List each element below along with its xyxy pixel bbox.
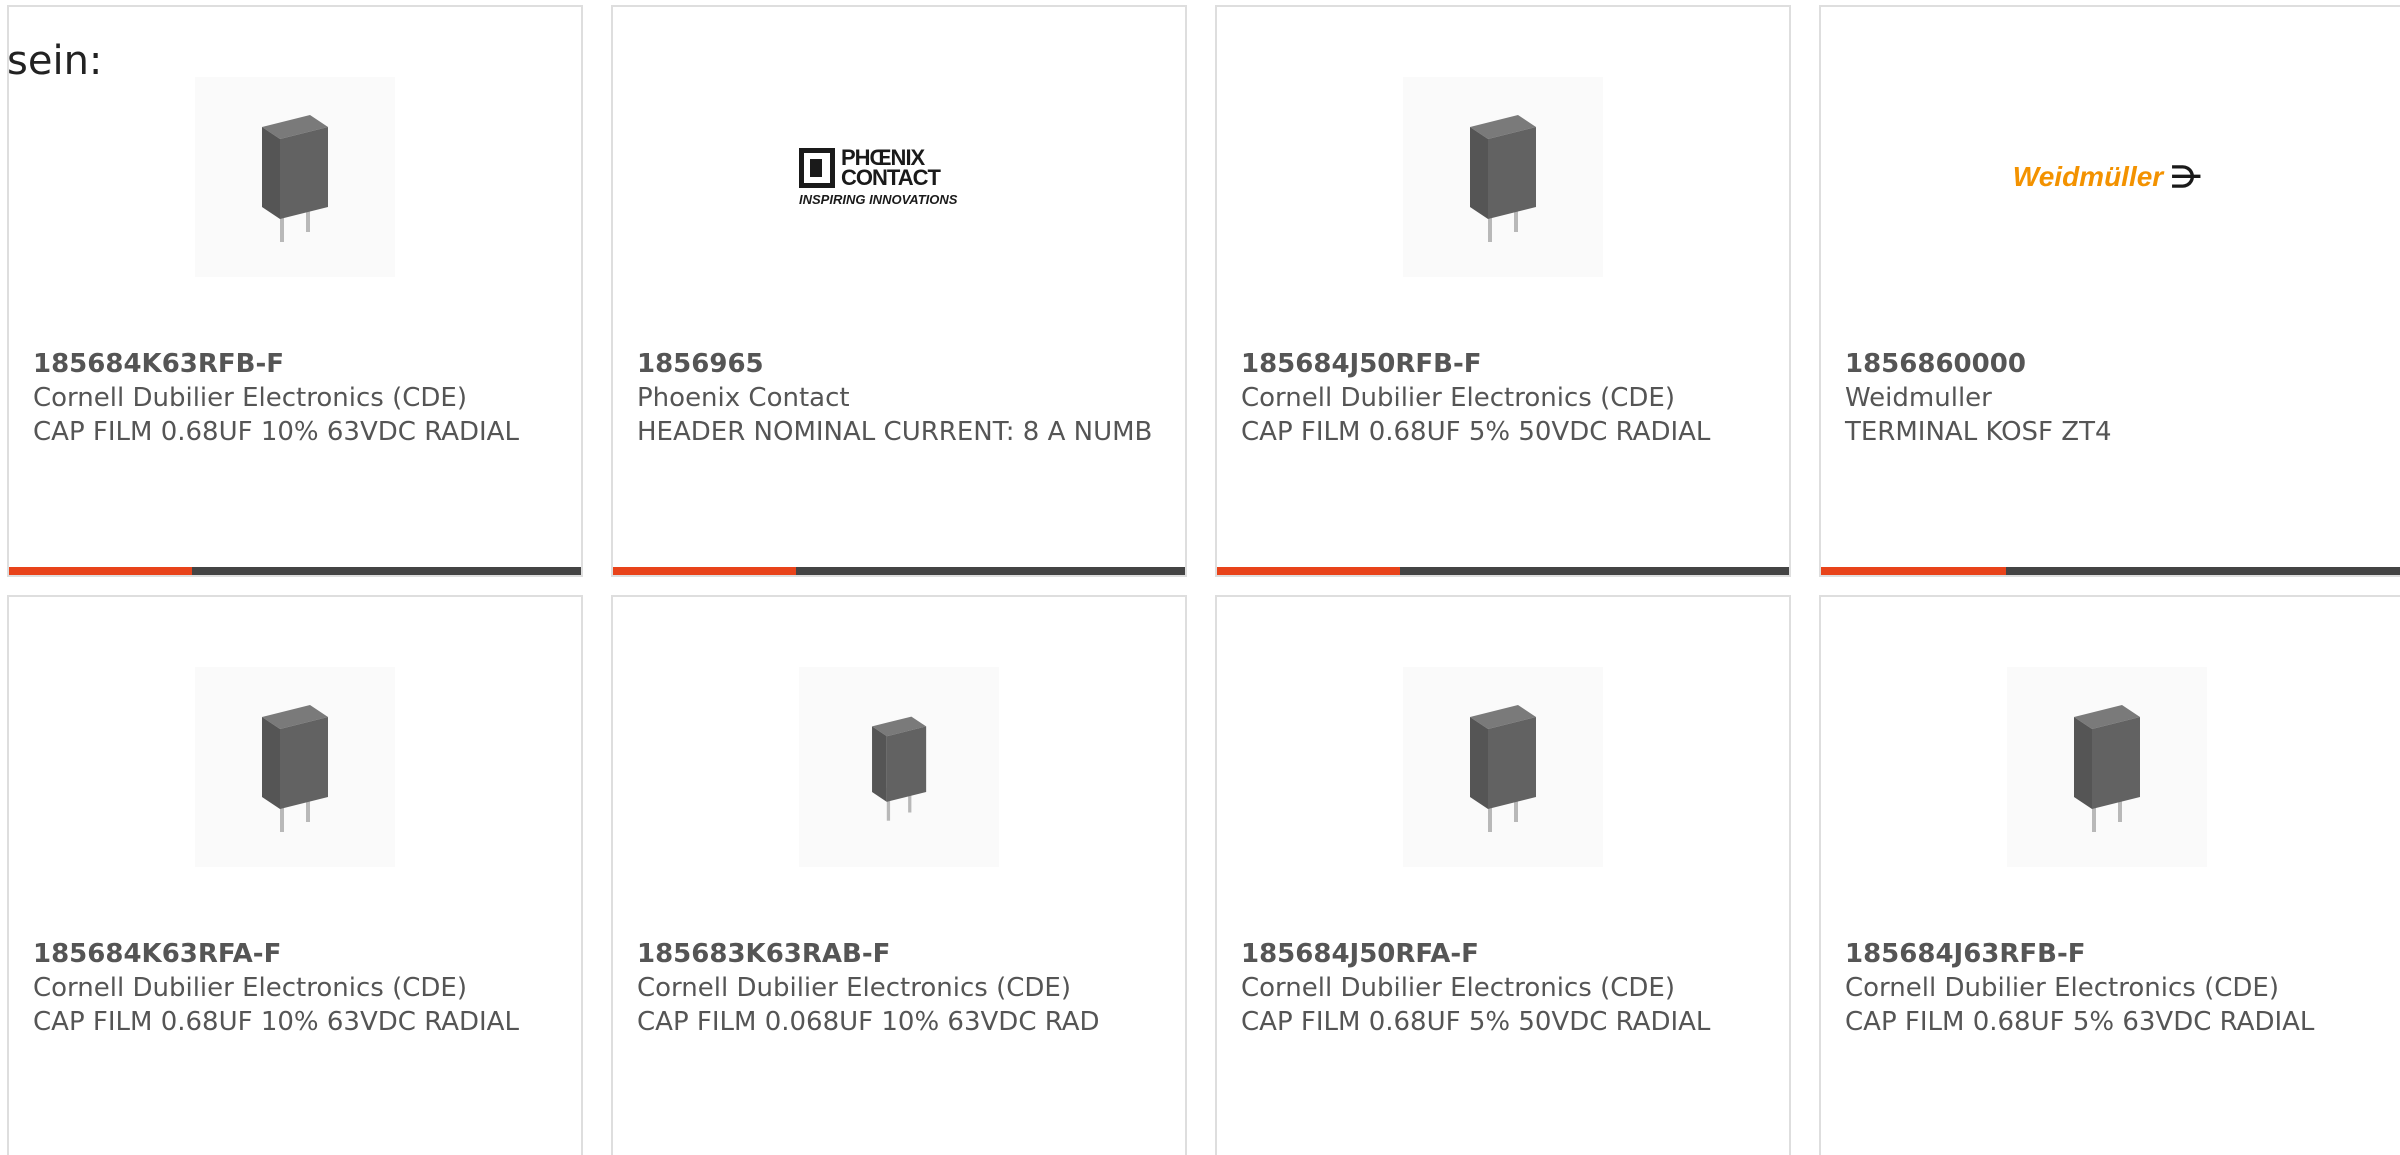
product-info: 1856860000 Weidmuller TERMINAL KOSF ZT4 xyxy=(1845,347,2375,449)
progress-bar xyxy=(9,567,581,575)
manufacturer-name: Cornell Dubilier Electronics (CDE) xyxy=(1845,973,2279,1003)
product-card[interactable]: 185683K63RAB-F Cornell Dubilier Electron… xyxy=(611,595,1187,1155)
capacitor-icon xyxy=(1470,115,1536,242)
part-number-link[interactable]: 1856965 xyxy=(637,347,1167,381)
product-card[interactable]: 185684J50RFA-F Cornell Dubilier Electron… xyxy=(1215,595,1791,1155)
progress-bar-fill xyxy=(613,567,797,575)
capacitor-image[interactable] xyxy=(195,667,395,867)
part-number-link[interactable]: 1856860000 xyxy=(1845,347,2375,381)
product-grid: 185684K63RFB-F Cornell Dubilier Electron… xyxy=(7,5,2400,1155)
capacitor-icon xyxy=(1470,705,1536,832)
phoenix-contact-logo[interactable]: PHŒNIX CONTACT INSPIRING INNOVATIONS xyxy=(799,77,999,277)
product-description: CAP FILM 0.68UF 5% 63VDC RADIAL xyxy=(1845,1007,2315,1037)
phoenix-logo-tagline: INSPIRING INNOVATIONS xyxy=(799,191,958,207)
product-description: CAP FILM 0.68UF 10% 63VDC RADIAL xyxy=(33,417,519,447)
part-number-link[interactable]: 185684J50RFA-F xyxy=(1241,937,1771,971)
product-card[interactable]: 185684K63RFB-F Cornell Dubilier Electron… xyxy=(7,5,583,577)
product-info: 1856965 Phoenix Contact HEADER NOMINAL C… xyxy=(637,347,1167,449)
part-number-link[interactable]: 185684K63RFB-F xyxy=(33,347,563,381)
progress-bar xyxy=(1821,567,2400,575)
product-info: 185683K63RAB-F Cornell Dubilier Electron… xyxy=(637,937,1167,1039)
product-card[interactable]: PHŒNIX CONTACT INSPIRING INNOVATIONS 185… xyxy=(611,5,1187,577)
product-info: 185684J63RFB-F Cornell Dubilier Electron… xyxy=(1845,937,2375,1039)
product-description: CAP FILM 0.068UF 10% 63VDC RAD xyxy=(637,1007,1100,1037)
capacitor-image[interactable] xyxy=(1403,77,1603,277)
weidmuller-logo-text: Weidmüller xyxy=(2012,161,2164,192)
phoenix-logo-word-2: CONTACT xyxy=(841,164,941,190)
progress-bar-fill xyxy=(9,567,193,575)
capacitor-icon xyxy=(262,115,328,242)
product-card[interactable]: 185684J63RFB-F Cornell Dubilier Electron… xyxy=(1819,595,2400,1155)
manufacturer-name: Phoenix Contact xyxy=(637,383,850,413)
manufacturer-name: Weidmuller xyxy=(1845,383,1992,413)
progress-bar xyxy=(1217,567,1789,575)
progress-bar xyxy=(613,567,1185,575)
part-number-link[interactable]: 185683K63RAB-F xyxy=(637,937,1167,971)
capacitor-image[interactable] xyxy=(1403,667,1603,867)
product-description: TERMINAL KOSF ZT4 xyxy=(1845,417,2112,447)
capacitor-image[interactable] xyxy=(2007,667,2207,867)
capacitor-icon xyxy=(2074,705,2140,832)
weidmuller-symbol-icon: ⋺ xyxy=(2171,160,2202,194)
product-info: 185684J50RFA-F Cornell Dubilier Electron… xyxy=(1241,937,1771,1039)
product-info: 185684K63RFB-F Cornell Dubilier Electron… xyxy=(33,347,563,449)
weidmuller-logo[interactable]: Weidmüller ⋺ xyxy=(2007,77,2207,277)
progress-bar-fill xyxy=(1217,567,1401,575)
product-description: CAP FILM 0.68UF 5% 50VDC RADIAL xyxy=(1241,1007,1711,1037)
manufacturer-name: Cornell Dubilier Electronics (CDE) xyxy=(1241,973,1675,1003)
product-card[interactable]: 185684J50RFB-F Cornell Dubilier Electron… xyxy=(1215,5,1791,577)
phoenix-logo-mark-icon xyxy=(799,147,835,188)
capacitor-icon xyxy=(262,705,328,832)
product-info: 185684J50RFB-F Cornell Dubilier Electron… xyxy=(1241,347,1771,449)
part-number-link[interactable]: 185684J50RFB-F xyxy=(1241,347,1771,381)
manufacturer-name: Cornell Dubilier Electronics (CDE) xyxy=(33,973,467,1003)
product-description: HEADER NOMINAL CURRENT: 8 A NUMB xyxy=(637,417,1153,447)
manufacturer-name: Cornell Dubilier Electronics (CDE) xyxy=(33,383,467,413)
product-info: 185684K63RFA-F Cornell Dubilier Electron… xyxy=(33,937,563,1039)
manufacturer-name: Cornell Dubilier Electronics (CDE) xyxy=(637,973,1071,1003)
manufacturer-name: Cornell Dubilier Electronics (CDE) xyxy=(1241,383,1675,413)
part-number-link[interactable]: 185684K63RFA-F xyxy=(33,937,563,971)
intro-text: sein: xyxy=(7,38,103,84)
product-card[interactable]: 185684K63RFA-F Cornell Dubilier Electron… xyxy=(7,595,583,1155)
capacitor-image[interactable] xyxy=(799,667,999,867)
capacitor-icon xyxy=(871,716,927,821)
progress-bar-fill xyxy=(1821,567,2007,575)
product-description: CAP FILM 0.68UF 10% 63VDC RADIAL xyxy=(33,1007,519,1037)
product-description: CAP FILM 0.68UF 5% 50VDC RADIAL xyxy=(1241,417,1711,447)
product-card[interactable]: Weidmüller ⋺ 1856860000 Weidmuller TERMI… xyxy=(1819,5,2400,577)
part-number-link[interactable]: 185684J63RFB-F xyxy=(1845,937,2375,971)
capacitor-image[interactable] xyxy=(195,77,395,277)
product-page: sein: 185684K63RFB-F Cornell Dubilier El… xyxy=(0,0,2400,1155)
